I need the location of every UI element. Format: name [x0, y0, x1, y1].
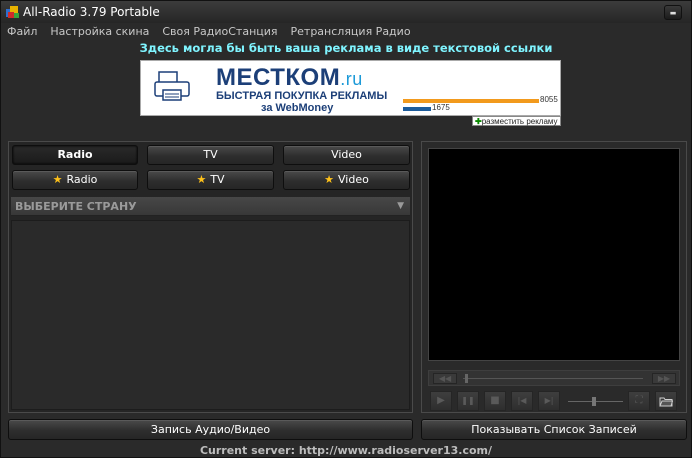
- show-records-label: Показывать Список Записей: [471, 423, 637, 436]
- seek-track[interactable]: [463, 378, 643, 379]
- place-ad-link[interactable]: ✚разместить рекламу: [472, 116, 561, 126]
- tab-favorite-radio[interactable]: ★ Radio: [12, 170, 138, 190]
- tab-favorite-radio-label: Radio: [66, 173, 98, 186]
- menu-skin-settings[interactable]: Настройка скина: [50, 25, 149, 41]
- star-icon: ★: [52, 173, 63, 186]
- minimize-button[interactable]: ▬: [664, 5, 682, 20]
- plus-icon: ✚: [475, 117, 482, 126]
- main-window: All-Radio 3.79 Portable ▬ Файл Настройка…: [0, 0, 692, 458]
- station-panel: Radio TV Video ★ Radio ★ TV ★ Video ВЫБЕРИТ…: [8, 141, 413, 413]
- tab-radio-label: Radio: [57, 148, 93, 161]
- country-select-value: ВЫБЕРИТЕ СТРАНУ: [15, 200, 137, 213]
- pause-button[interactable]: ❚❚: [457, 391, 479, 411]
- banner-brand-suffix: .ru: [340, 69, 363, 89]
- record-audio-video-button[interactable]: Запись Аудио/Видео: [8, 419, 413, 440]
- tab-video[interactable]: Video: [283, 145, 410, 165]
- tab-video-label: Video: [331, 148, 362, 161]
- player-controls: ▶ ❚❚ ■ |◀ ▶| ⛶: [428, 391, 680, 411]
- menu-own-station[interactable]: Своя РадиоСтанция: [162, 25, 277, 41]
- previous-button[interactable]: |◀: [511, 391, 533, 411]
- tab-favorite-tv-label: TV: [210, 173, 225, 186]
- minimize-icon: ▬: [669, 9, 677, 17]
- video-screen[interactable]: [428, 148, 680, 361]
- rewind-button[interactable]: ◀◀: [433, 373, 457, 384]
- open-folder-button[interactable]: [655, 391, 677, 411]
- banner-bar-orange: [403, 99, 539, 103]
- star-icon: ★: [196, 173, 207, 186]
- seek-bar-row: ◀◀ ▶▶: [428, 370, 680, 386]
- status-bar-server: Current server: http://www.radioserver13…: [199, 444, 493, 457]
- banner-sub-prefix: за: [261, 102, 276, 114]
- seek-thumb[interactable]: [465, 374, 468, 383]
- forward-icon: ▶▶: [657, 374, 671, 383]
- tab-tv-label: TV: [203, 148, 218, 161]
- play-icon: ▶: [437, 395, 445, 406]
- stop-icon: ■: [490, 395, 500, 406]
- banner-sub-brand: WebMoney: [275, 102, 334, 114]
- play-button[interactable]: ▶: [430, 391, 452, 411]
- tab-tv[interactable]: TV: [147, 145, 274, 165]
- folder-icon: [659, 397, 674, 407]
- title-bar[interactable]: All-Radio 3.79 Portable ▬: [1, 1, 691, 23]
- banner-brand: МЕСТКОМ.ru: [216, 65, 363, 92]
- show-records-button[interactable]: Показывать Список Записей: [421, 419, 687, 440]
- player-panel: ◀◀ ▶▶ ▶ ❚❚ ■ |◀ ▶| ⛶: [421, 141, 687, 413]
- banner-subtitle: за WebMoney: [261, 102, 333, 114]
- banner-brand-name: МЕСТКОМ: [216, 64, 341, 91]
- text-ad-link[interactable]: Здесь могла бы быть ваша реклама в виде …: [1, 41, 691, 55]
- previous-icon: |◀: [517, 396, 527, 405]
- tab-favorite-video-label: Video: [338, 173, 369, 186]
- window-title: All-Radio 3.79 Portable: [23, 5, 160, 19]
- pause-icon: ❚❚: [461, 396, 475, 405]
- fullscreen-icon: ⛶: [635, 395, 643, 406]
- fullscreen-button[interactable]: ⛶: [628, 391, 650, 411]
- country-select[interactable]: ВЫБЕРИТЕ СТРАНУ ▼: [11, 197, 410, 216]
- tab-radio[interactable]: Radio: [12, 145, 138, 165]
- chevron-down-icon: ▼: [397, 201, 404, 211]
- menu-relay-radio[interactable]: Ретрансляция Радио: [291, 25, 411, 41]
- stop-button[interactable]: ■: [484, 391, 506, 411]
- banner-bar-value-2: 1675: [432, 103, 450, 112]
- banner-bar-value-1: 8055: [540, 95, 558, 104]
- next-icon: ▶|: [544, 396, 554, 405]
- place-ad-label: разместить рекламу: [481, 117, 558, 126]
- ad-banner[interactable]: МЕСТКОМ.ru БЫСТРАЯ ПОКУПКА РЕКЛАМЫ за We…: [140, 60, 561, 116]
- next-button[interactable]: ▶|: [538, 391, 560, 411]
- printer-logo-icon: [154, 71, 190, 101]
- station-list[interactable]: [11, 220, 410, 410]
- star-icon: ★: [324, 173, 335, 186]
- tab-favorite-video[interactable]: ★ Video: [283, 170, 410, 190]
- tab-favorite-tv[interactable]: ★ TV: [147, 170, 274, 190]
- banner-bar-blue: [403, 107, 431, 111]
- banner-tagline: БЫСТРАЯ ПОКУПКА РЕКЛАМЫ: [216, 90, 388, 102]
- menu-file[interactable]: Файл: [7, 25, 37, 41]
- app-icon: [6, 6, 19, 18]
- record-button-label: Запись Аудио/Видео: [150, 423, 271, 436]
- rewind-icon: ◀◀: [438, 374, 452, 383]
- volume-thumb[interactable]: [592, 397, 596, 406]
- forward-button[interactable]: ▶▶: [652, 373, 676, 384]
- menu-bar: Файл Настройка скина Своя РадиоСтанция Р…: [7, 25, 411, 41]
